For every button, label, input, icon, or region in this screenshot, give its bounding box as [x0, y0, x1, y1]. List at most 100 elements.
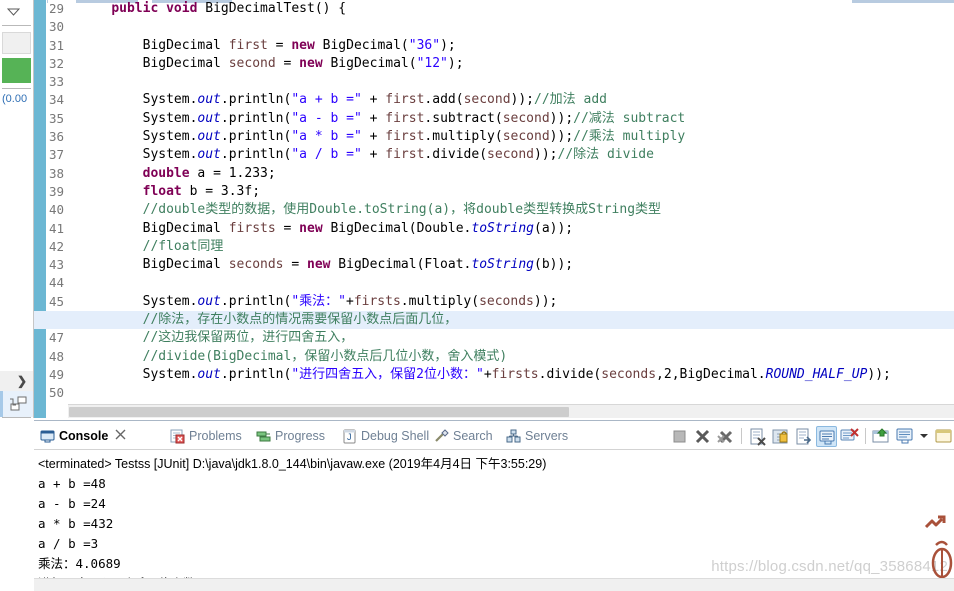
- code-token: +: [483, 366, 492, 382]
- code-line[interactable]: [78, 274, 954, 292]
- minimize-view-button[interactable]: [933, 426, 954, 447]
- code-line[interactable]: [78, 18, 954, 36]
- code-line[interactable]: System.out.println("进行四舍五入，保留2位小数："+firs…: [78, 366, 954, 384]
- code-token: ));: [510, 92, 535, 108]
- code-token: ,2,BigDecimal.: [656, 366, 766, 382]
- word-wrap-button[interactable]: [793, 426, 814, 447]
- code-line[interactable]: //除法，存在小数点的情况需要保留小数点后面几位，: [34, 311, 954, 330]
- code-token: "a / b =": [291, 147, 362, 163]
- code-line[interactable]: System.out.println("a + b =" + first.add…: [78, 91, 954, 109]
- pin-console-button[interactable]: [839, 426, 860, 447]
- code-editor[interactable]: 2930313233343536373839404142434445464748…: [34, 0, 954, 418]
- code-line[interactable]: //这边我保留两位，进行四舍五入，: [78, 329, 954, 347]
- line-number: 29: [49, 1, 65, 16]
- scroll-lock-button[interactable]: [770, 426, 791, 447]
- editor-horizontal-scrollbar[interactable]: [68, 404, 954, 418]
- problems-icon: [170, 429, 185, 444]
- tab-servers[interactable]: Servers: [506, 425, 568, 447]
- console-toolbar: [669, 423, 954, 449]
- code-token: .println(: [220, 129, 292, 145]
- code-line[interactable]: //float同理: [78, 238, 954, 256]
- code-line[interactable]: float b = 3.3f;: [78, 183, 954, 201]
- code-line[interactable]: BigDecimal first = new BigDecimal("36");: [78, 37, 954, 55]
- code-token: firsts: [353, 293, 401, 309]
- code-line[interactable]: [78, 73, 954, 91]
- code-token: BigDecimal(Float.: [330, 257, 472, 273]
- code-token: out: [197, 147, 221, 163]
- display-selected-console-button[interactable]: [894, 426, 915, 447]
- tab-progress[interactable]: Progress: [256, 425, 325, 447]
- divider: [741, 428, 742, 444]
- line-number: 49: [49, 366, 65, 382]
- code-token: first: [228, 37, 268, 53]
- new-console-view-button[interactable]: [871, 426, 892, 447]
- tab-search[interactable]: Search: [434, 425, 493, 447]
- line-number: 32: [49, 55, 65, 71]
- code-token: //除法，存在小数点的情况需要保留小数点后面几位，: [142, 312, 458, 328]
- rail-bottom-group: ❯: [0, 371, 33, 418]
- line-number-ruler: 2930313233343536373839404142434445464748…: [48, 0, 76, 418]
- remove-all-terminated-button[interactable]: [715, 426, 736, 447]
- divider: [2, 417, 31, 418]
- outline-view-button[interactable]: [0, 391, 33, 417]
- line-number: 37: [49, 147, 65, 163]
- chevron-down-icon[interactable]: [920, 434, 928, 438]
- triangle-down-icon[interactable]: [7, 8, 20, 16]
- console-output-line: 乘法：4.0689: [38, 556, 121, 571]
- remove-launch-button[interactable]: [692, 426, 713, 447]
- line-number: 43: [49, 257, 65, 273]
- tab-debug-shell[interactable]: J Debug Shell: [342, 425, 429, 447]
- terminate-button[interactable]: [669, 426, 690, 447]
- code-line[interactable]: //divide(BigDecimal，保留小数点后几位小数，舍入模式): [78, 348, 954, 366]
- line-number: 47: [49, 330, 65, 346]
- console-output-line: a + b =48: [38, 476, 106, 491]
- code-token: seconds: [228, 257, 284, 273]
- code-line[interactable]: BigDecimal second = new BigDecimal("12")…: [78, 55, 954, 73]
- line-number: 36: [49, 129, 65, 145]
- code-token: seconds: [601, 366, 657, 382]
- code-token: .multiply(: [424, 129, 503, 145]
- line-number: 33: [49, 74, 65, 90]
- console-output[interactable]: <terminated> Testss [JUnit] D:\java\jdk1…: [34, 450, 954, 578]
- show-console-button[interactable]: [816, 425, 837, 447]
- code-token: BigDecimal: [80, 55, 229, 71]
- expand-rail-button[interactable]: ❯: [0, 371, 33, 391]
- code-token: +: [361, 129, 386, 145]
- code-line[interactable]: System.out.println("a / b =" + first.div…: [78, 146, 954, 164]
- tab-label: Servers: [525, 429, 569, 443]
- tab-problems[interactable]: Problems: [170, 425, 242, 447]
- line-number: 50: [49, 385, 65, 401]
- clear-console-button[interactable]: [747, 426, 768, 447]
- code-token: +: [361, 147, 386, 163]
- code-token: b = 3.3f;: [181, 183, 261, 199]
- code-line[interactable]: public void BigDecimalTest() {: [78, 0, 954, 18]
- close-icon[interactable]: [115, 429, 126, 443]
- code-token: out: [197, 110, 221, 126]
- code-token: //double类型的数据，使用Double.toString(a)，将doub…: [142, 202, 662, 218]
- code-token: //减法 subtract: [573, 110, 686, 126]
- code-text-area[interactable]: public void BigDecimalTest() { BigDecima…: [34, 0, 954, 418]
- editor-annotation-gutter[interactable]: [34, 0, 47, 418]
- code-line[interactable]: System.out.println("a - b =" + first.sub…: [78, 110, 954, 128]
- scrollbar-thumb[interactable]: [69, 407, 569, 417]
- code-line[interactable]: BigDecimal firsts = new BigDecimal(Doubl…: [78, 220, 954, 238]
- tab-console[interactable]: Console: [40, 425, 126, 447]
- code-token: new: [307, 257, 331, 273]
- code-token: .divide(: [424, 147, 488, 163]
- code-line[interactable]: double a = 1.233;: [78, 165, 954, 183]
- code-line[interactable]: //double类型的数据，使用Double.toString(a)，将doub…: [78, 201, 954, 219]
- line-number: 42: [49, 238, 65, 254]
- code-line[interactable]: System.out.println("a * b =" + first.mul…: [78, 128, 954, 146]
- code-token: ));: [867, 366, 891, 382]
- code-token: public: [111, 1, 159, 16]
- code-line[interactable]: System.out.println("乘法："+firsts.multiply…: [78, 293, 954, 311]
- code-token: .println(: [220, 366, 292, 382]
- code-token: System.: [80, 92, 198, 108]
- code-line[interactable]: [78, 384, 954, 402]
- code-token: BigDecimal(: [314, 37, 409, 53]
- code-token: (b));: [534, 257, 574, 273]
- console-view-panel: Console Problems Progress J Debug Shell Searc…: [34, 420, 954, 591]
- code-line[interactable]: BigDecimal seconds = new BigDecimal(Floa…: [78, 256, 954, 274]
